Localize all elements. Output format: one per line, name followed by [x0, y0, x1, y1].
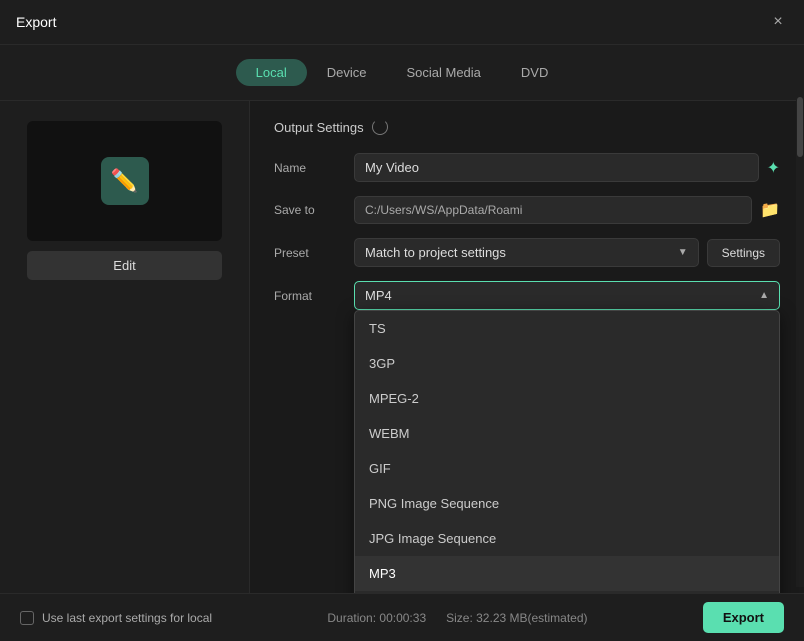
tab-social-media[interactable]: Social Media: [386, 59, 500, 86]
last-export-checkbox-label: Use last export settings for local: [42, 611, 212, 625]
format-option-wav[interactable]: WAV: [355, 591, 779, 593]
scrollbar-track[interactable]: [796, 101, 804, 587]
right-panel: Output Settings Name ✦ Save to 📁 Preset: [250, 101, 804, 593]
format-value: MP4: [365, 288, 392, 303]
name-label: Name: [274, 161, 354, 175]
output-settings-label: Output Settings: [274, 120, 364, 135]
preset-field: Match to project settings ▼ Settings: [354, 238, 780, 267]
save-to-row: Save to 📁: [274, 196, 780, 224]
format-row: Format MP4 ▲ TS 3GP MPEG-2 WEBM GIF PNG …: [274, 281, 780, 310]
format-option-mpeg2[interactable]: MPEG-2: [355, 381, 779, 416]
window-title: Export: [16, 14, 56, 30]
preset-label: Preset: [274, 246, 354, 260]
save-to-label: Save to: [274, 203, 354, 217]
export-button[interactable]: Export: [703, 602, 784, 633]
scrollbar-thumb: [797, 101, 803, 157]
preview-box: ✏️: [27, 121, 222, 241]
preset-value: Match to project settings: [365, 245, 506, 260]
preset-dropdown[interactable]: Match to project settings ▼: [354, 238, 699, 267]
output-settings-header: Output Settings: [274, 119, 780, 135]
format-option-gif[interactable]: GIF: [355, 451, 779, 486]
format-dropdown-menu: TS 3GP MPEG-2 WEBM GIF PNG Image Sequenc…: [354, 310, 780, 593]
name-row: Name ✦: [274, 153, 780, 182]
format-dropdown-container: MP4 ▲ TS 3GP MPEG-2 WEBM GIF PNG Image S…: [354, 281, 780, 310]
refresh-icon[interactable]: [372, 119, 388, 135]
last-export-checkbox[interactable]: Use last export settings for local: [20, 611, 212, 625]
name-field: ✦: [354, 153, 780, 182]
tab-local[interactable]: Local: [236, 59, 307, 86]
tab-device[interactable]: Device: [307, 59, 387, 86]
preview-icon: ✏️: [101, 157, 149, 205]
name-input[interactable]: [354, 153, 759, 182]
preset-row: Preset Match to project settings ▼ Setti…: [274, 238, 780, 267]
format-dropdown[interactable]: MP4 ▲: [354, 281, 780, 310]
last-export-checkbox-box[interactable]: [20, 611, 34, 625]
ai-icon[interactable]: ✦: [767, 158, 780, 178]
main-content: ✏️ Edit Output Settings Name ✦ Save to 📁: [0, 101, 804, 593]
format-option-png-seq[interactable]: PNG Image Sequence: [355, 486, 779, 521]
preset-dropdown-arrow: ▼: [678, 247, 688, 258]
title-bar: Export ×: [0, 0, 804, 45]
format-dropdown-arrow: ▲: [759, 290, 769, 301]
meta-info: Duration: 00:00:33 Size: 32.23 MB(estima…: [327, 611, 587, 625]
format-option-ts[interactable]: TS: [355, 311, 779, 346]
tab-dvd[interactable]: DVD: [501, 59, 568, 86]
settings-button[interactable]: Settings: [707, 239, 780, 267]
format-option-mp3[interactable]: MP3: [355, 556, 779, 591]
format-label: Format: [274, 289, 354, 303]
save-to-field: 📁: [354, 196, 780, 224]
folder-icon[interactable]: 📁: [760, 200, 780, 220]
bottom-bar: Use last export settings for local Durat…: [0, 593, 804, 641]
format-option-3gp[interactable]: 3GP: [355, 346, 779, 381]
close-button[interactable]: ×: [768, 12, 788, 32]
format-field: MP4 ▲ TS 3GP MPEG-2 WEBM GIF PNG Image S…: [354, 281, 780, 310]
format-option-webm[interactable]: WEBM: [355, 416, 779, 451]
edit-button[interactable]: Edit: [27, 251, 222, 280]
size-label: Size: 32.23 MB(estimated): [446, 611, 587, 625]
save-to-input[interactable]: [354, 196, 752, 224]
tabs-container: Local Device Social Media DVD: [0, 45, 804, 101]
format-option-jpg-seq[interactable]: JPG Image Sequence: [355, 521, 779, 556]
left-panel: ✏️ Edit: [0, 101, 250, 593]
duration-label: Duration: 00:00:33: [327, 611, 426, 625]
